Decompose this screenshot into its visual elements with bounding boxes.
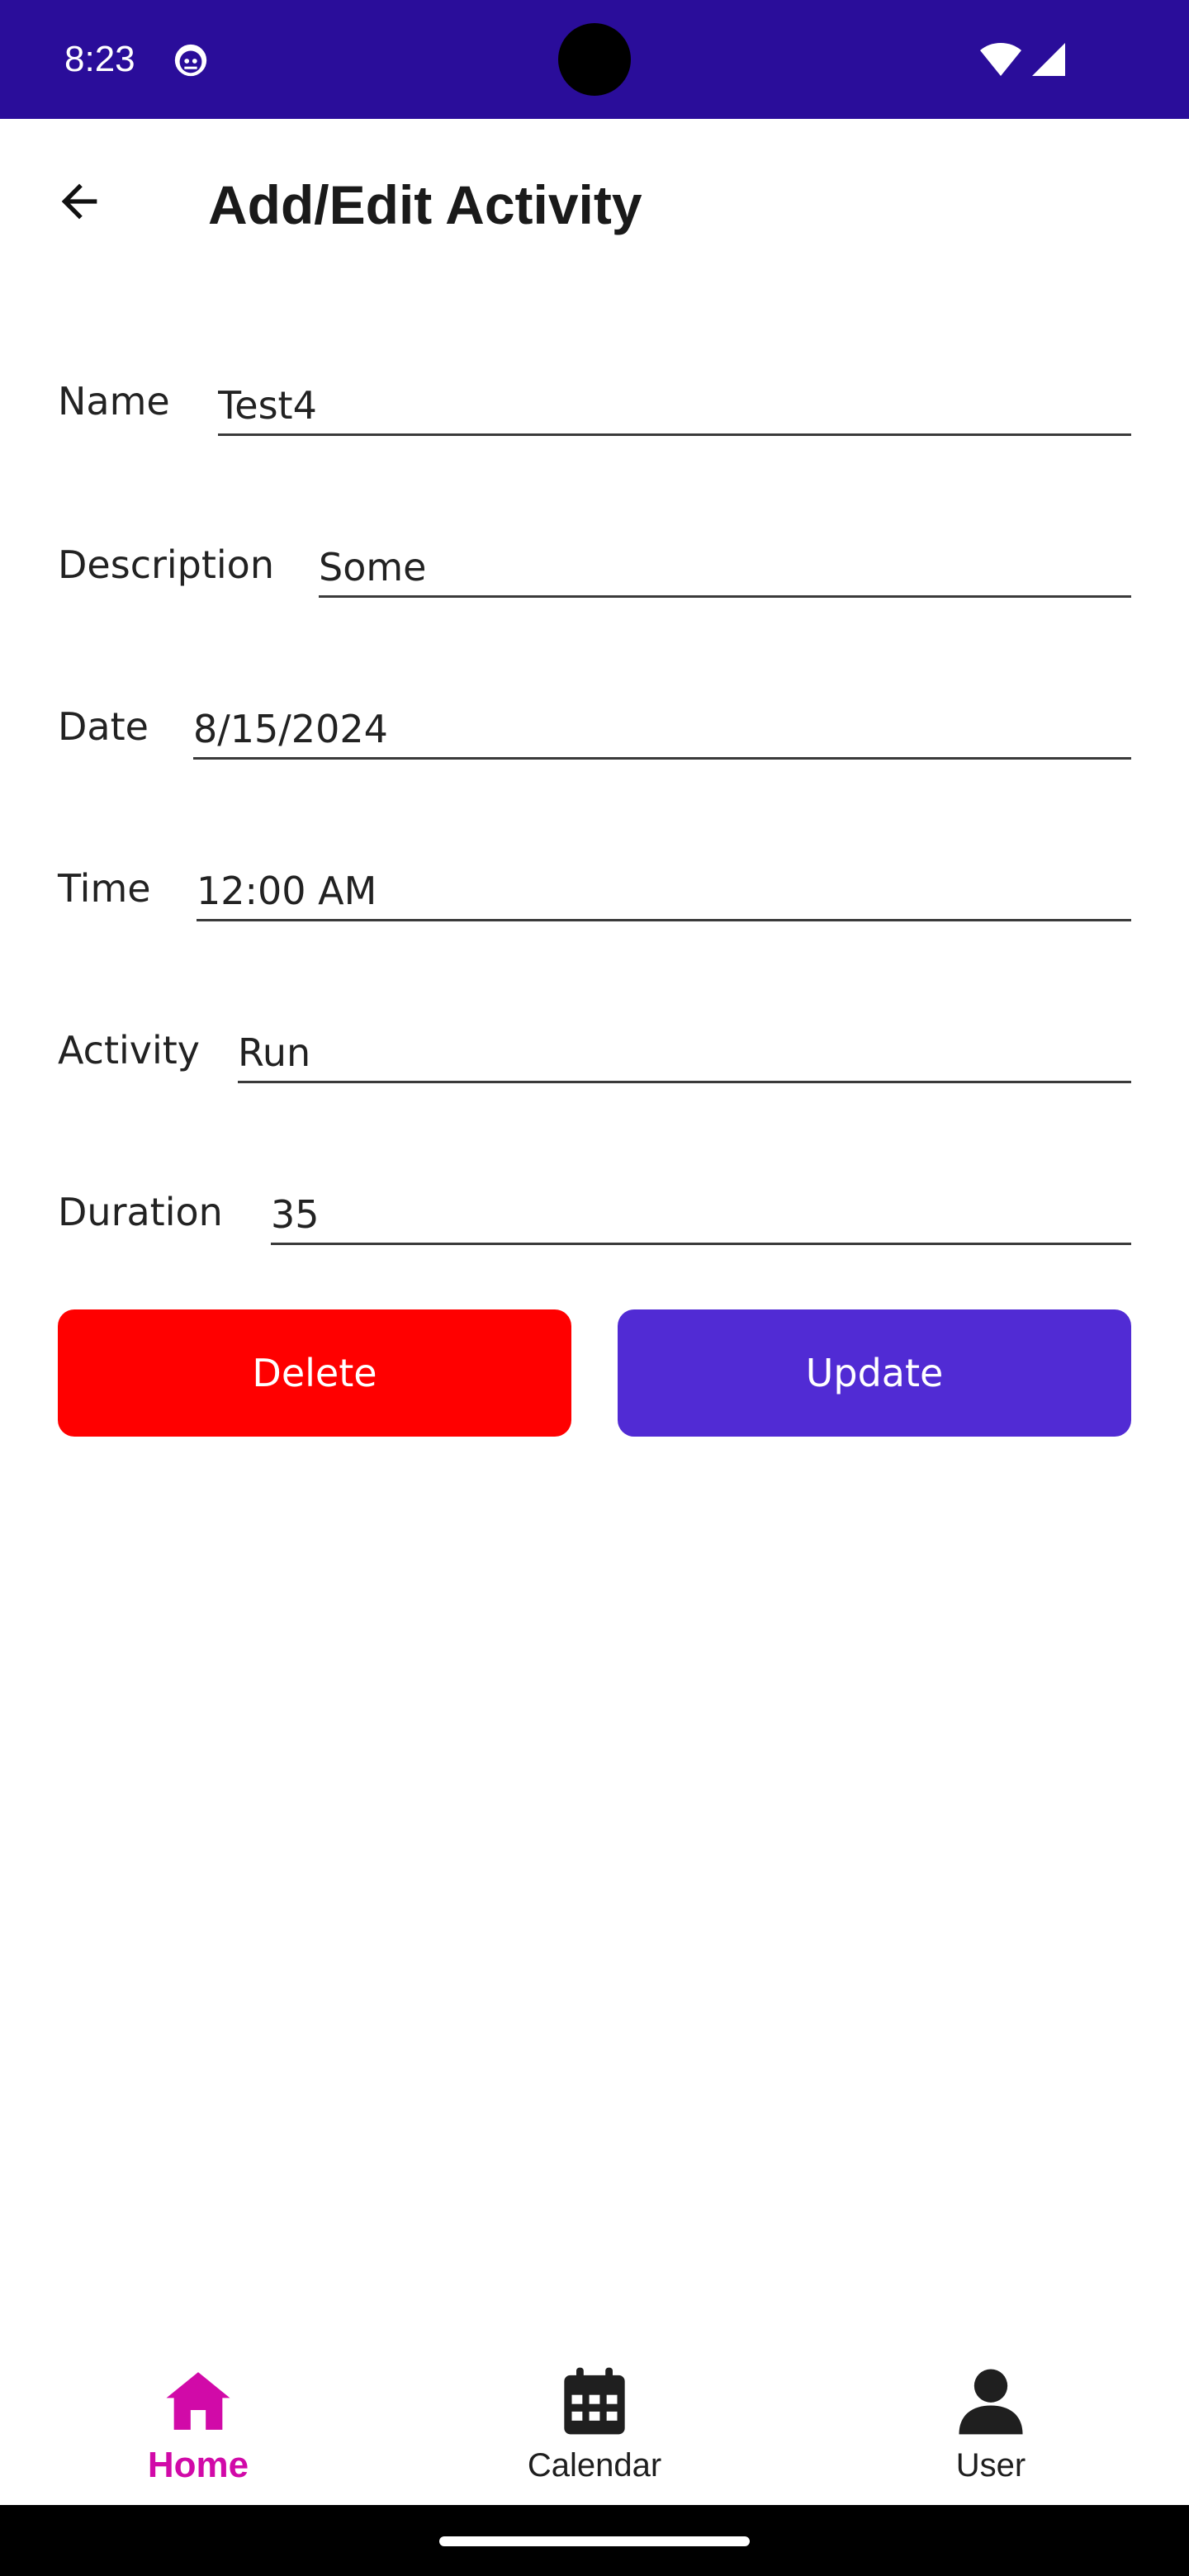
home-icon [166,2372,230,2430]
delete-button[interactable]: Delete [58,1309,571,1437]
description-input[interactable] [319,538,1131,598]
nav-label-home: Home [147,2445,249,2485]
arrow-left-icon [61,183,97,220]
nav-item-user[interactable]: User [793,2332,1189,2505]
status-bar: 8:23 [0,0,1189,119]
time-row: Time [58,841,1131,940]
activity-row: Activity [58,1002,1131,1101]
description-row: Description [58,517,1131,616]
home-gesture-handle[interactable] [439,2536,750,2546]
nav-item-calendar[interactable]: Calendar [396,2332,793,2505]
date-row: Date [58,679,1131,778]
name-row: Name [58,355,1131,454]
update-button[interactable]: Update [618,1309,1131,1437]
bottom-nav: Home Calendar User [0,2332,1189,2505]
time-label: Time [58,866,151,911]
duration-row: Duration [58,1164,1131,1263]
name-input[interactable] [218,376,1131,436]
page-title: Add/Edit Activity [208,174,642,235]
wifi-icon [980,43,1021,76]
calendar-icon [564,2367,625,2435]
status-time: 8:23 [64,39,135,79]
nav-label-user: User [955,2447,1026,2484]
time-picker[interactable] [197,862,1131,921]
app-notification-icon [174,44,207,77]
date-label: Date [58,704,149,749]
user-icon [959,2369,1023,2435]
duration-input[interactable] [271,1186,1131,1245]
activity-label: Activity [58,1028,201,1073]
back-button[interactable] [41,163,117,239]
camera-cutout [558,23,631,96]
name-label: Name [58,379,170,424]
app-bar: Add/Edit Activity [0,119,1189,284]
description-label: Description [58,542,274,587]
nav-label-calendar: Calendar [527,2447,662,2484]
screen: 8:23 Add/Edit Activity Name Description [0,0,1189,2576]
activity-input[interactable] [238,1024,1131,1083]
cell-signal-icon [1032,43,1065,76]
gesture-bar [0,2505,1189,2576]
nav-item-home[interactable]: Home [0,2332,396,2505]
date-picker[interactable] [193,700,1131,760]
duration-label: Duration [58,1190,223,1234]
